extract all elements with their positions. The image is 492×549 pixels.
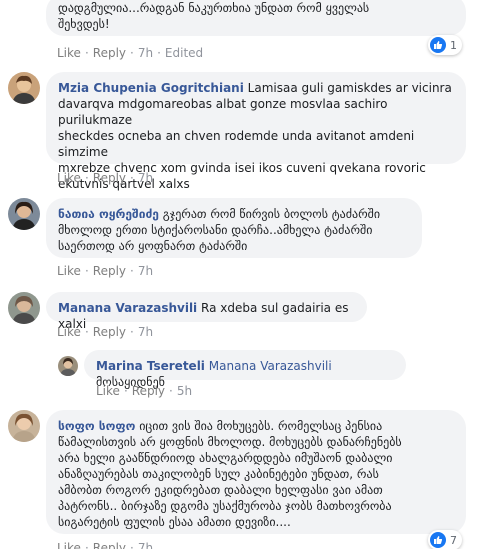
like-link[interactable]: Like (57, 171, 81, 185)
comment-author[interactable]: Marina Tsereteli (96, 359, 205, 373)
comment-text-line: არა ხელი გააწნდრიოდ ახალგარდდება იმუშაონ… (58, 451, 393, 465)
comment-text-line: დადგმულია...რადგან ნაკურთხია უნდათ რომ ყ… (58, 1, 370, 15)
avatar[interactable] (8, 292, 40, 324)
comment-actions: Like · Reply · 7h (57, 540, 153, 549)
avatar[interactable] (8, 410, 40, 442)
comment-text-line: იცით ვის შია მოხუცებს. რომელსაც პენსია (139, 419, 383, 433)
comment-text-line: მხოლოდ ერთი სტიქაროსანი დარჩა..ამხელა ტა… (58, 223, 373, 237)
reply-link[interactable]: Reply (93, 264, 126, 278)
reply-link[interactable]: Reply (132, 384, 165, 398)
like-icon (430, 37, 446, 53)
timestamp[interactable]: 5h (177, 384, 192, 398)
comment-bubble: დადგმულია...რადგან ნაკურთხია უნდათ რომ ყ… (46, 0, 466, 36)
reaction-count[interactable]: 1 (428, 35, 462, 55)
like-link[interactable]: Like (57, 264, 81, 278)
comment-actions: Like · Reply · 7h · Edited (57, 46, 204, 60)
reply-link[interactable]: Reply (93, 541, 126, 549)
comment-author[interactable]: Manana Varazashvili (58, 301, 197, 315)
comment-bubble: სოფო სოფო იცით ვის შია მოხუცებს. რომელსა… (46, 410, 466, 534)
comment-author[interactable]: სოფო სოფო (58, 419, 135, 433)
comment-text-line: გჯერათ რომ წირვის ბოლოს ტაძარში (162, 207, 381, 221)
comment-text-line: საერთოდ არ ყოფნართ ტაძარში (58, 239, 248, 253)
timestamp[interactable]: 7h (138, 171, 153, 185)
reaction-count[interactable]: 7 (428, 530, 462, 549)
comment-text-line: სიგარეტის ფულის ესაა ამათი დევიზი.... (58, 515, 291, 529)
comment-text-line: პატრონს.. ბირჯაზე დგომა უსაქმურობა ჯობს … (58, 499, 392, 513)
like-icon (430, 532, 446, 548)
like-link[interactable]: Like (57, 541, 81, 549)
mention-link[interactable]: Manana Varazashvili (209, 359, 332, 373)
comment-actions: Like · Reply · 7h (57, 171, 154, 185)
comment-bubble: Marina Tsereteli Manana Varazashvili მოს… (84, 350, 406, 389)
comment-text-line: შეხვდეს! (58, 17, 110, 31)
avatar[interactable] (58, 356, 78, 376)
comment-bubble: Mzia Chupenia Gogritchiani Lamisaa guli … (46, 72, 466, 191)
reply-link[interactable]: Reply (93, 171, 126, 185)
avatar[interactable] (8, 198, 40, 230)
edited-label[interactable]: Edited (165, 46, 203, 60)
timestamp[interactable]: 7h (138, 46, 153, 60)
comment-actions: Like · Reply · 7h (57, 264, 154, 278)
like-link[interactable]: Like (57, 325, 81, 339)
reply-link[interactable]: Reply (93, 46, 126, 60)
comment-author[interactable]: ნათია ოყრეშიძე (58, 207, 159, 221)
reaction-count-value: 7 (450, 533, 457, 547)
comment-author[interactable]: Mzia Chupenia Gogritchiani (58, 81, 244, 95)
comment-text-line: წამალისთვის არ ყოფნის მხოლოდ. მოხუცებს დ… (58, 435, 402, 449)
comment-text-line: ამბობთ როგორ ეკიდრებათ დაბალი ხელფასი ვა… (58, 483, 383, 497)
comment-bubble: Manana Varazashvili Ra xdeba sul gadairi… (46, 292, 367, 331)
comment-text-line: davarqva mdgomareobas albat gonze mosvla… (58, 97, 388, 127)
like-link[interactable]: Like (96, 384, 120, 398)
comment-text-line: Lamisaa guli gamiskdes ar vicinra (247, 81, 452, 95)
reaction-count-value: 1 (450, 38, 457, 52)
comment-text-line: ანაზღაურებას თაკილობენ სულ კაბინეტები უნ… (58, 467, 379, 481)
timestamp[interactable]: 7h (138, 541, 153, 549)
comment-actions: Like · Reply · 5h (96, 384, 193, 398)
reply-link[interactable]: Reply (93, 325, 126, 339)
like-link[interactable]: Like (57, 46, 81, 60)
comment-actions: Like · Reply · 7h (57, 325, 154, 339)
avatar[interactable] (8, 72, 40, 104)
timestamp[interactable]: 7h (138, 325, 153, 339)
comment-bubble: ნათია ოყრეშიძე გჯერათ რომ წირვის ბოლოს ტ… (46, 198, 422, 258)
comment-text-line: sheckdes ocneba an chven rodemde unda av… (58, 129, 415, 159)
timestamp[interactable]: 7h (138, 264, 153, 278)
